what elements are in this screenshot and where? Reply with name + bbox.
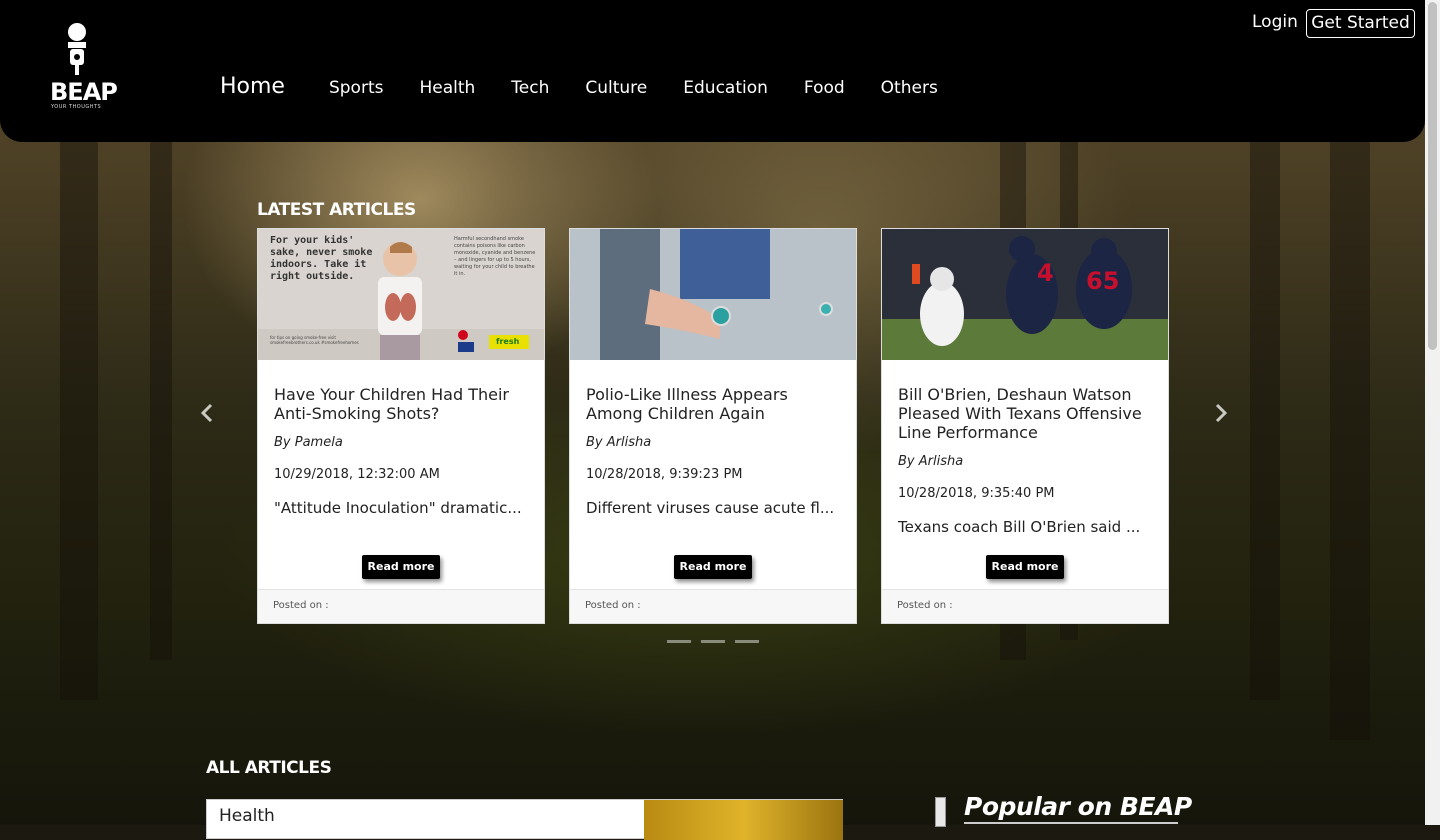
carousel-indicator[interactable] — [701, 640, 725, 643]
poster-footer-text: for tips on going smoke-free visit smoke… — [270, 335, 359, 345]
carousel-indicator[interactable] — [667, 640, 691, 643]
card-footer: Posted on : — [258, 589, 544, 623]
article-author: By Arlisha — [898, 454, 964, 469]
carousel-indicator[interactable] — [735, 640, 759, 643]
jersey-number: 65 — [1086, 267, 1120, 295]
nav-tech[interactable]: Tech — [511, 78, 549, 98]
login-link[interactable]: Login — [1252, 12, 1298, 32]
poster-logo-text: fresh — [496, 337, 520, 346]
article-title[interactable]: Have Your Children Had Their Anti-Smokin… — [274, 385, 530, 423]
article-date: 10/29/2018, 12:32:00 AM — [274, 467, 440, 482]
popular-accent-bar — [935, 797, 946, 827]
nav-health[interactable]: Health — [419, 78, 475, 98]
jersey-number: 4 — [1037, 259, 1054, 287]
top-navigation-bar: BEAP YOUR THOUGHTS Home Sports Health Te… — [0, 0, 1425, 142]
popular-heading: Popular on BEAP — [964, 792, 1192, 821]
carousel-next-icon[interactable] — [1208, 400, 1232, 426]
poster-side-text: Harmful secondhand smoke contains poison… — [454, 236, 536, 277]
card-footer: Posted on : — [570, 589, 856, 623]
nav-food[interactable]: Food — [804, 78, 845, 98]
read-more-button[interactable]: Read more — [986, 555, 1064, 579]
brand-name[interactable]: BEAP — [50, 78, 118, 106]
scrollbar-thumb[interactable] — [1428, 2, 1437, 350]
main-nav: Home Sports Health Tech Culture Educatio… — [220, 74, 974, 99]
article-card[interactable]: Polio-Like Illness Appears Among Childre… — [569, 228, 857, 624]
nav-home[interactable]: Home — [220, 74, 285, 99]
poster-headline: For your kids' sake, never smoke indoors… — [270, 235, 373, 282]
article-excerpt: "Attitude Inoculation" dramatic... — [274, 499, 522, 517]
nav-others[interactable]: Others — [881, 78, 938, 98]
article-thumbnail[interactable] — [644, 800, 843, 840]
article-list-item[interactable]: Health — [206, 799, 843, 840]
article-card[interactable]: For your kids' sake, never smoke indoors… — [257, 228, 545, 624]
carousel-indicators — [667, 640, 769, 643]
all-articles-heading: ALL ARTICLES — [206, 758, 332, 778]
nav-sports[interactable]: Sports — [329, 78, 384, 98]
article-date: 10/28/2018, 9:35:40 PM — [898, 486, 1055, 501]
nav-education[interactable]: Education — [683, 78, 768, 98]
popular-divider — [964, 822, 1178, 824]
article-card[interactable]: 4 65 Bill O'Brien, Deshaun Watson Please… — [881, 228, 1169, 624]
read-more-button[interactable]: Read more — [362, 555, 440, 579]
read-more-button[interactable]: Read more — [674, 555, 752, 579]
article-image[interactable] — [570, 229, 856, 360]
article-excerpt: Different viruses cause acute fl... — [586, 499, 835, 517]
article-title[interactable]: Polio-Like Illness Appears Among Childre… — [586, 385, 842, 423]
article-title[interactable]: Bill O'Brien, Deshaun Watson Pleased Wit… — [898, 385, 1154, 442]
article-excerpt: Texans coach Bill O'Brien said ... — [898, 518, 1141, 536]
get-started-button[interactable]: Get Started — [1306, 9, 1415, 38]
article-category-label: Health — [219, 806, 275, 826]
article-date: 10/28/2018, 9:39:23 PM — [586, 467, 743, 482]
article-author: By Pamela — [274, 435, 343, 450]
nav-culture[interactable]: Culture — [585, 78, 647, 98]
latest-articles-heading: LATEST ARTICLES — [257, 200, 416, 220]
carousel-prev-icon[interactable] — [196, 400, 220, 426]
card-footer: Posted on : — [882, 589, 1168, 623]
brand-tagline: YOUR THOUGHTS — [51, 104, 102, 110]
article-image[interactable] — [882, 229, 1168, 360]
article-author: By Arlisha — [586, 435, 652, 450]
